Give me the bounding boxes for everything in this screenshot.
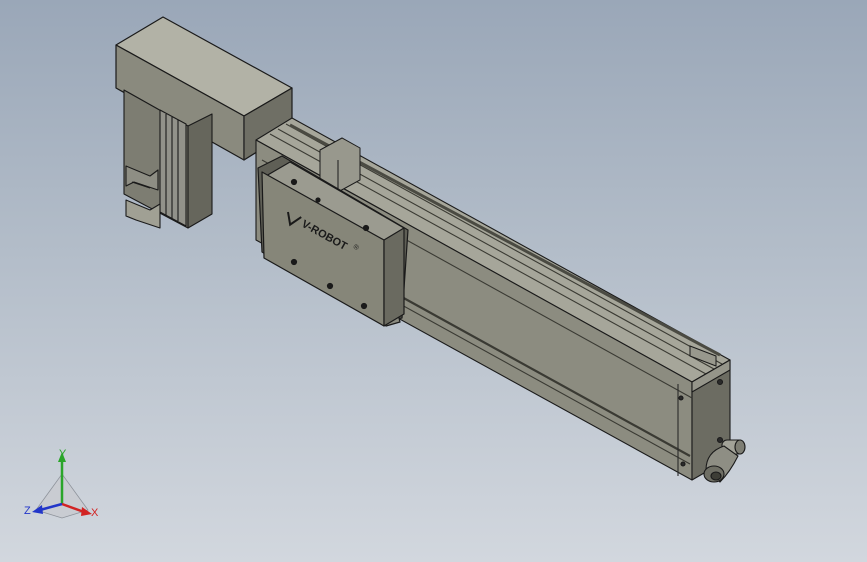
y-axis-label: Y bbox=[59, 448, 67, 460]
x-axis-label: X bbox=[91, 507, 99, 519]
orientation-triad[interactable]: Y X Z bbox=[22, 448, 112, 528]
linear-actuator-model[interactable]: V-ROBOT ® bbox=[0, 0, 867, 562]
cad-viewport[interactable]: V-ROBOT ® Y X Z bbox=[0, 0, 867, 562]
z-axis-label: Z bbox=[24, 505, 31, 517]
